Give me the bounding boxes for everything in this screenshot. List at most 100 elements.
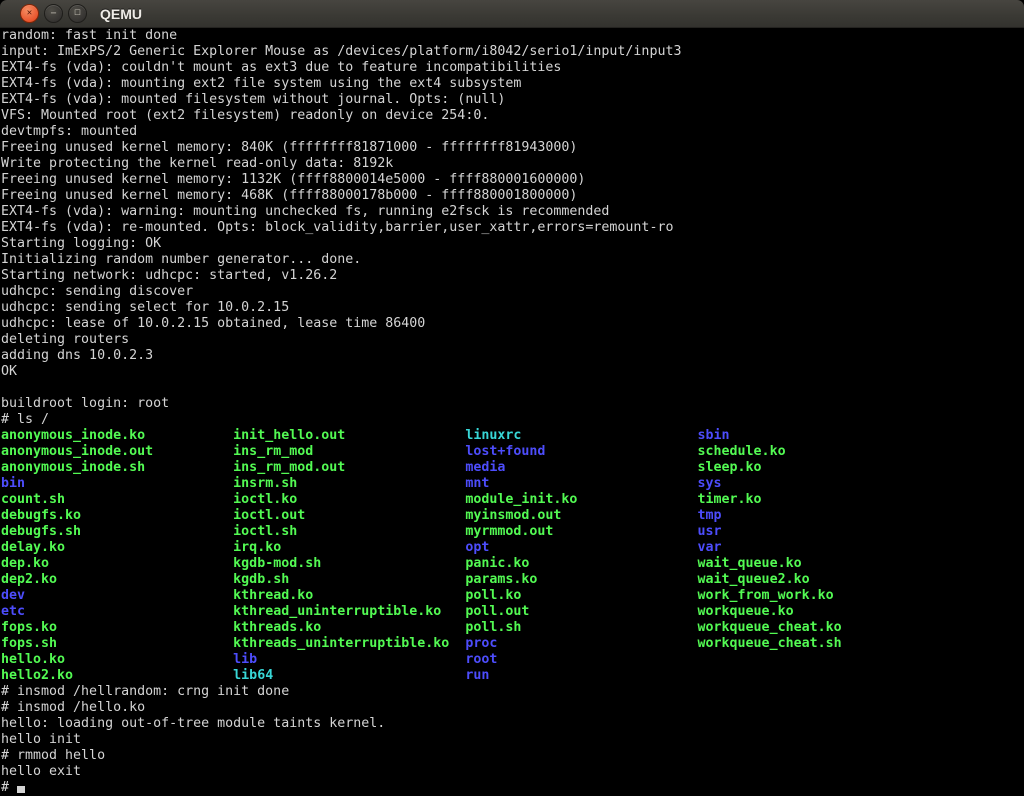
ls-entry: delay.ko <box>1 540 233 555</box>
ls-entry: insrm.sh <box>233 476 465 491</box>
console-line: Freeing unused kernel memory: 468K (ffff… <box>1 188 1024 204</box>
close-button[interactable]: ✕ <box>20 4 39 23</box>
ls-entry: opt <box>465 540 697 555</box>
console-line: adding dns 10.0.2.3 <box>1 348 1024 364</box>
ls-entry: myrmmod.out <box>465 524 697 539</box>
ls-entry: hello.ko <box>1 652 233 667</box>
console-line: input: ImExPS/2 Generic Explorer Mouse a… <box>1 44 1024 60</box>
console-line: hello: loading out-of-tree module taints… <box>1 716 1024 732</box>
console-line: # insmod /hello.ko <box>1 700 1024 716</box>
ls-entry: sleep.ko <box>698 460 762 475</box>
minimize-button[interactable]: − <box>44 4 63 23</box>
ls-entry: kgdb.sh <box>233 572 465 587</box>
ls-entry: timer.ko <box>698 492 762 507</box>
console-line: Starting network: udhcpc: started, v1.26… <box>1 268 1024 284</box>
console-line: dep.ko kgdb-mod.sh panic.ko wait_queue.k… <box>1 556 1024 572</box>
ls-entry: schedule.ko <box>698 444 786 459</box>
ls-entry: wait_queue2.ko <box>698 572 810 587</box>
console-line: etc kthread_uninterruptible.ko poll.out … <box>1 604 1024 620</box>
ls-entry: workqueue.ko <box>698 604 794 619</box>
ls-entry: lib <box>233 652 465 667</box>
titlebar[interactable]: ✕ − □ QEMU <box>0 0 1024 28</box>
console-line: EXT4-fs (vda): warning: mounting uncheck… <box>1 204 1024 220</box>
ls-entry: init_hello.out <box>233 428 465 443</box>
console-line: EXT4-fs (vda): mounting ext2 file system… <box>1 76 1024 92</box>
ls-entry: poll.sh <box>465 620 697 635</box>
ls-entry: workqueue_cheat.ko <box>698 620 842 635</box>
console-line: delay.ko irq.ko opt var <box>1 540 1024 556</box>
console-line: EXT4-fs (vda): re-mounted. Opts: block_v… <box>1 220 1024 236</box>
ls-entry: lost+found <box>465 444 697 459</box>
console-line: hello exit <box>1 764 1024 780</box>
console-line: anonymous_inode.out ins_rm_mod lost+foun… <box>1 444 1024 460</box>
ls-entry: wait_queue.ko <box>698 556 802 571</box>
ls-entry: kthread.ko <box>233 588 465 603</box>
console-line: udhcpc: lease of 10.0.2.15 obtained, lea… <box>1 316 1024 332</box>
ls-entry: media <box>465 460 697 475</box>
ls-entry: tmp <box>698 508 722 523</box>
console-line: anonymous_inode.ko init_hello.out linuxr… <box>1 428 1024 444</box>
console-line <box>1 380 1024 396</box>
ls-entry: kthreads_uninterruptible.ko <box>233 636 465 651</box>
ls-entry: params.ko <box>465 572 697 587</box>
ls-entry: bin <box>1 476 233 491</box>
console-line: EXT4-fs (vda): couldn't mount as ext3 du… <box>1 60 1024 76</box>
ls-entry: poll.ko <box>465 588 697 603</box>
ls-entry: lib64 <box>233 668 465 683</box>
ls-entry: mnt <box>465 476 697 491</box>
console-line: debugfs.ko ioctl.out myinsmod.out tmp <box>1 508 1024 524</box>
console-line: debugfs.sh ioctl.sh myrmmod.out usr <box>1 524 1024 540</box>
ls-entry: fops.sh <box>1 636 233 651</box>
console-line: hello.ko lib root <box>1 652 1024 668</box>
console-line: udhcpc: sending select for 10.0.2.15 <box>1 300 1024 316</box>
console-line: dep2.ko kgdb.sh params.ko wait_queue2.ko <box>1 572 1024 588</box>
console-line: EXT4-fs (vda): mounted filesystem withou… <box>1 92 1024 108</box>
ls-entry: anonymous_inode.ko <box>1 428 233 443</box>
ls-entry: myinsmod.out <box>465 508 697 523</box>
ls-entry: work_from_work.ko <box>698 588 834 603</box>
console-line: # ls / <box>1 412 1024 428</box>
console-line: Starting logging: OK <box>1 236 1024 252</box>
ls-entry: debugfs.ko <box>1 508 233 523</box>
ls-entry: ioctl.sh <box>233 524 465 539</box>
console-line: udhcpc: sending discover <box>1 284 1024 300</box>
ls-entry: etc <box>1 604 233 619</box>
console-line: Write protecting the kernel read-only da… <box>1 156 1024 172</box>
ls-entry: anonymous_inode.sh <box>1 460 233 475</box>
console-line: anonymous_inode.sh ins_rm_mod.out media … <box>1 460 1024 476</box>
maximize-button[interactable]: □ <box>68 4 87 23</box>
minimize-icon: − <box>50 9 56 19</box>
maximize-icon: □ <box>75 9 80 18</box>
ls-entry: debugfs.sh <box>1 524 233 539</box>
ls-entry: count.sh <box>1 492 233 507</box>
console-line: Initializing random number generator... … <box>1 252 1024 268</box>
ls-entry: hello2.ko <box>1 668 233 683</box>
console-screen[interactable]: random: fast init doneinput: ImExPS/2 Ge… <box>0 28 1024 796</box>
text-cursor <box>17 786 25 793</box>
console-line: count.sh ioctl.ko module_init.ko timer.k… <box>1 492 1024 508</box>
console-line: Freeing unused kernel memory: 1132K (fff… <box>1 172 1024 188</box>
shell-prompt: # <box>1 780 17 795</box>
console-line: bin insrm.sh mnt sys <box>1 476 1024 492</box>
ls-entry: sbin <box>698 428 730 443</box>
ls-entry: anonymous_inode.out <box>1 444 233 459</box>
ls-entry: kgdb-mod.sh <box>233 556 465 571</box>
ls-entry: ioctl.ko <box>233 492 465 507</box>
ls-entry: run <box>465 668 489 683</box>
ls-entry: dev <box>1 588 233 603</box>
console-line: VFS: Mounted root (ext2 filesystem) read… <box>1 108 1024 124</box>
ls-entry: proc <box>465 636 697 651</box>
console-line: fops.sh kthreads_uninterruptible.ko proc… <box>1 636 1024 652</box>
ls-entry: module_init.ko <box>465 492 697 507</box>
ls-entry: root <box>465 652 497 667</box>
console-line: hello2.ko lib64 run <box>1 668 1024 684</box>
console-line: Freeing unused kernel memory: 840K (ffff… <box>1 140 1024 156</box>
ls-entry: linuxrc <box>465 428 697 443</box>
ls-entry: ins_rm_mod <box>233 444 465 459</box>
close-icon: ✕ <box>27 9 32 18</box>
console-line: devtmpfs: mounted <box>1 124 1024 140</box>
ls-entry: panic.ko <box>465 556 697 571</box>
console-line: dev kthread.ko poll.ko work_from_work.ko <box>1 588 1024 604</box>
ls-entry: dep.ko <box>1 556 233 571</box>
ls-entry: ins_rm_mod.out <box>233 460 465 475</box>
